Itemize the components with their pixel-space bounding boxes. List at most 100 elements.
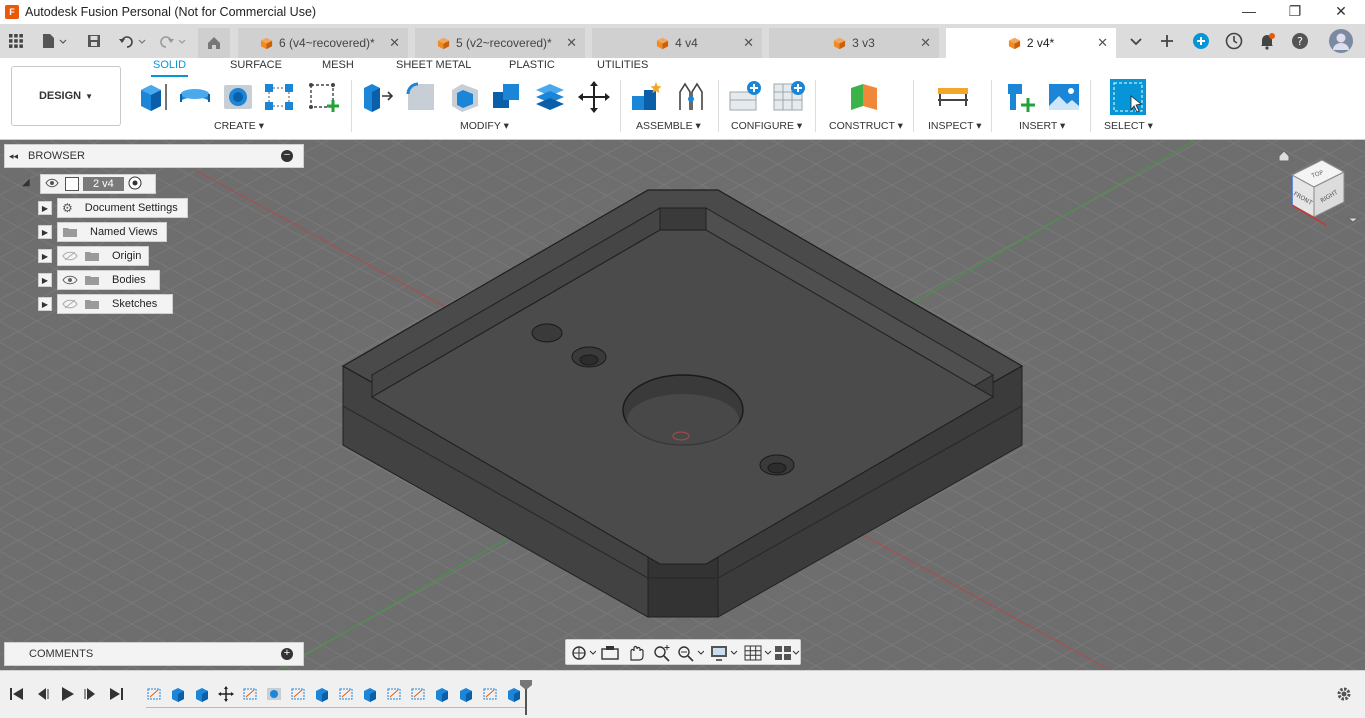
activate-radio-icon[interactable]	[128, 176, 142, 193]
shell-icon[interactable]	[448, 80, 482, 114]
tab-overflow-chevron-icon[interactable]	[1122, 24, 1150, 58]
browser-panel-header[interactable]: ◂◂ BROWSER –	[4, 144, 304, 168]
timeline-extrude-icon[interactable]	[194, 686, 210, 702]
browser-item-document-settings[interactable]: ⚙ Document Settings	[57, 198, 188, 218]
timeline-hole-icon[interactable]	[266, 686, 282, 702]
browser-item-origin[interactable]: Origin	[57, 246, 149, 266]
tab-4-v4[interactable]: 4 v4 ✕	[592, 28, 762, 58]
timeline-move-icon[interactable]	[218, 686, 234, 702]
save-icon[interactable]	[80, 24, 108, 58]
plate-body[interactable]	[341, 189, 1024, 618]
close-tab-icon[interactable]: ✕	[743, 35, 754, 51]
press-pull-icon[interactable]	[360, 80, 394, 114]
close-window-button[interactable]: ✕	[1318, 0, 1364, 24]
viewports-icon[interactable]	[774, 644, 800, 662]
display-settings-icon[interactable]	[710, 644, 738, 662]
grid-settings-icon[interactable]	[744, 644, 772, 662]
timeline-sketch-icon[interactable]	[290, 686, 306, 702]
comments-panel-header[interactable]: COMMENTS +	[4, 642, 304, 666]
zoom-icon[interactable]	[652, 644, 672, 662]
timeline-sketch-icon[interactable]	[482, 686, 498, 702]
visibility-eye-icon[interactable]	[45, 178, 59, 191]
visibility-eye-icon[interactable]	[62, 275, 78, 285]
create-sketch-extrude-icon[interactable]	[136, 80, 170, 114]
move-copy-icon[interactable]	[577, 80, 611, 114]
job-status-clock-icon[interactable]	[1220, 24, 1248, 58]
step-forward-icon[interactable]	[83, 686, 99, 702]
tab-2-v4[interactable]: 2 v4* ✕	[946, 28, 1116, 58]
tab-sheet-metal[interactable]: SHEET METAL	[394, 59, 473, 75]
browser-item-named-views[interactable]: Named Views	[57, 222, 167, 242]
user-avatar[interactable]	[1327, 24, 1355, 58]
timeline-sketch-icon[interactable]	[338, 686, 354, 702]
extensions-icon[interactable]	[1187, 24, 1215, 58]
inspect-group-label[interactable]: INSPECT ▾	[928, 120, 982, 132]
tab-surface[interactable]: SURFACE	[228, 59, 284, 75]
tab-5-v2-recovered[interactable]: 5 (v2~recovered)* ✕	[415, 28, 585, 58]
revolve-icon[interactable]	[178, 80, 212, 114]
expand-bodies-icon[interactable]: ▶	[38, 273, 52, 287]
tab-utilities[interactable]: UTILITIES	[595, 59, 650, 75]
close-tab-icon[interactable]: ✕	[566, 35, 577, 51]
select-group-label[interactable]: SELECT ▾	[1104, 120, 1153, 132]
select-tool-icon[interactable]	[1109, 78, 1147, 116]
split-body-icon[interactable]	[533, 80, 567, 114]
collapse-browser-icon[interactable]: ◂◂	[9, 151, 18, 162]
tab-3-v3[interactable]: 3 v3 ✕	[769, 28, 939, 58]
pan-hand-icon[interactable]	[626, 644, 646, 662]
expand-named-views-icon[interactable]: ▶	[38, 225, 52, 239]
close-tab-icon[interactable]: ✕	[389, 35, 400, 51]
create-form-icon[interactable]	[306, 80, 340, 114]
help-icon[interactable]: ?	[1286, 24, 1314, 58]
insert-group-label[interactable]: INSERT ▾	[1019, 120, 1065, 132]
maximize-button[interactable]: ❐	[1272, 0, 1318, 24]
undo-icon[interactable]	[114, 24, 150, 58]
redo-icon[interactable]	[154, 24, 190, 58]
browser-root-node[interactable]: 2 v4	[40, 174, 156, 194]
create-group-label[interactable]: CREATE ▾	[214, 120, 264, 132]
expand-origin-icon[interactable]: ▶	[38, 249, 52, 263]
timeline-extrude-icon[interactable]	[170, 686, 186, 702]
home-view-icon[interactable]	[1278, 150, 1290, 162]
fillet-icon[interactable]	[404, 80, 438, 114]
insert-canvas-icon[interactable]	[1047, 80, 1081, 114]
orbit-icon[interactable]	[570, 644, 596, 662]
browser-item-bodies[interactable]: Bodies	[57, 270, 160, 290]
minimize-button[interactable]: —	[1226, 0, 1272, 24]
look-at-icon[interactable]	[600, 644, 620, 662]
collapse-root-icon[interactable]: ◢	[22, 177, 30, 188]
hole-icon[interactable]	[221, 80, 255, 114]
timeline-extrude-icon[interactable]	[458, 686, 474, 702]
notifications-bell-icon[interactable]	[1253, 24, 1281, 58]
timeline-extrude-icon[interactable]	[434, 686, 450, 702]
fit-zoom-icon[interactable]	[676, 644, 704, 662]
configuration-table-icon[interactable]	[772, 80, 806, 114]
configure-group-label[interactable]: CONFIGURE ▾	[731, 120, 802, 132]
go-to-start-icon[interactable]	[9, 686, 25, 702]
timeline-extrude-icon[interactable]	[362, 686, 378, 702]
assemble-group-label[interactable]: ASSEMBLE ▾	[636, 120, 701, 132]
timeline-sketch-icon[interactable]	[410, 686, 426, 702]
model-canvas[interactable]: TOP FRONT RIGHT	[0, 140, 1365, 670]
modify-group-label[interactable]: MODIFY ▾	[460, 120, 509, 132]
viewcube-menu-chevron-icon[interactable]	[1346, 217, 1360, 223]
offset-plane-icon[interactable]	[847, 80, 881, 114]
home-icon[interactable]	[198, 28, 230, 58]
timeline-marker-handle[interactable]	[519, 679, 533, 715]
add-comment-icon[interactable]: +	[281, 648, 293, 660]
timeline-sketch-icon[interactable]	[386, 686, 402, 702]
tab-mesh[interactable]: MESH	[320, 59, 356, 75]
insert-derive-icon[interactable]	[1004, 80, 1038, 114]
timeline-settings-gear-icon[interactable]	[1336, 686, 1352, 702]
expand-document-settings-icon[interactable]: ▶	[38, 201, 52, 215]
browser-item-sketches[interactable]: Sketches	[57, 294, 173, 314]
canvas-viewport[interactable]: TOP FRONT RIGHT	[0, 140, 1365, 670]
browser-minimize-icon[interactable]: –	[281, 150, 293, 162]
measure-icon[interactable]	[936, 80, 970, 114]
close-tab-icon[interactable]: ✕	[920, 35, 931, 51]
hidden-eye-icon[interactable]	[62, 251, 78, 261]
new-component-icon[interactable]	[630, 80, 664, 114]
combine-icon[interactable]	[490, 80, 524, 114]
pattern-icon[interactable]	[262, 80, 296, 114]
tab-plastic[interactable]: PLASTIC	[507, 59, 557, 75]
